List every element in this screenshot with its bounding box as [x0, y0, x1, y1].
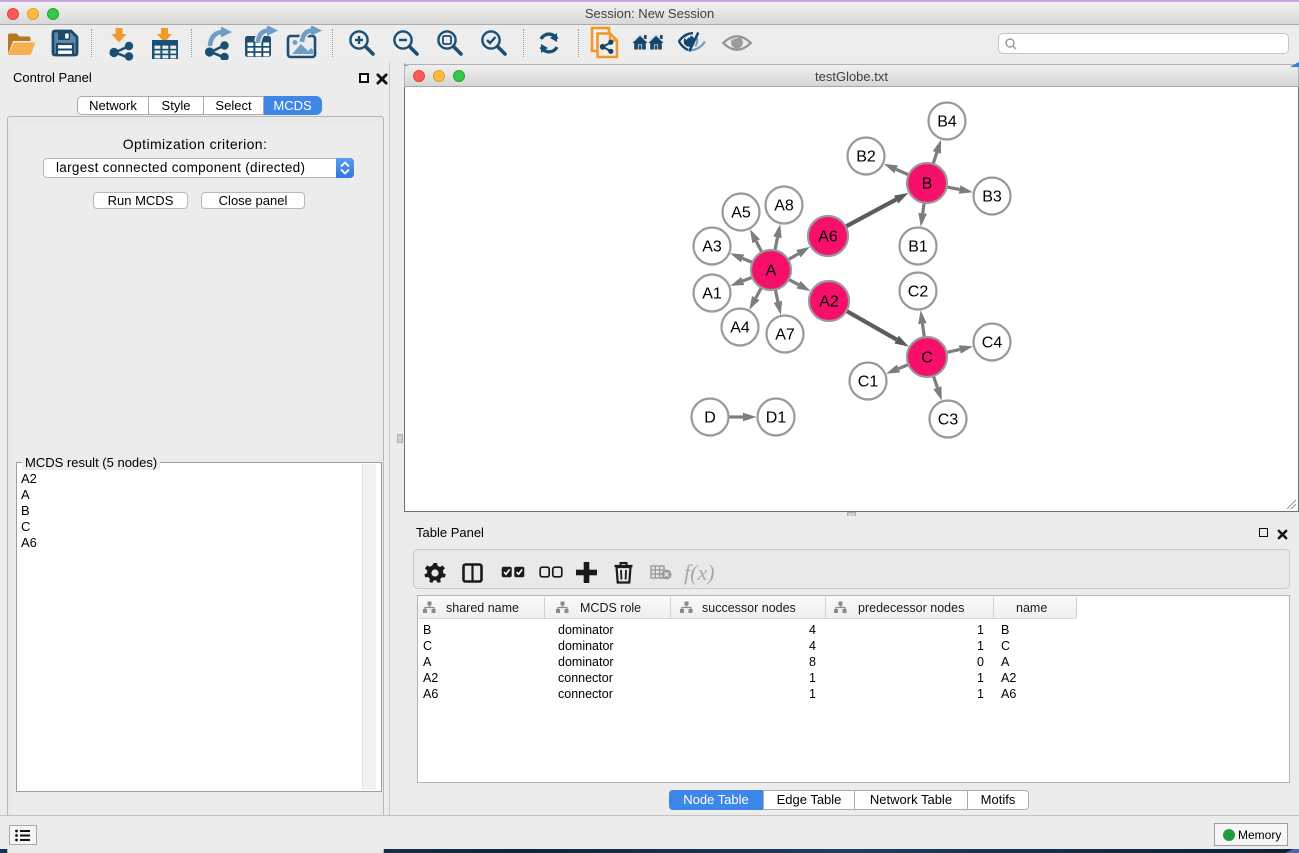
svg-text:B: B [922, 176, 933, 193]
svg-text:D1: D1 [766, 410, 787, 427]
svg-text:A: A [766, 263, 777, 280]
svg-text:A5: A5 [731, 205, 751, 222]
svg-text:A1: A1 [702, 286, 722, 303]
svg-text:D: D [704, 410, 716, 427]
svg-text:A2: A2 [819, 294, 839, 311]
svg-text:B4: B4 [937, 114, 957, 131]
svg-text:B1: B1 [908, 239, 928, 256]
svg-text:A4: A4 [730, 320, 750, 337]
svg-text:C: C [921, 350, 933, 367]
svg-text:A6: A6 [818, 229, 838, 246]
svg-text:C1: C1 [858, 374, 879, 391]
svg-text:B2: B2 [856, 149, 876, 166]
svg-text:C3: C3 [938, 412, 959, 429]
svg-text:A8: A8 [774, 198, 794, 215]
svg-text:A7: A7 [775, 327, 795, 344]
svg-text:A3: A3 [702, 239, 722, 256]
svg-text:B3: B3 [982, 189, 1002, 206]
svg-text:C2: C2 [908, 284, 929, 301]
svg-text:C4: C4 [982, 335, 1003, 352]
